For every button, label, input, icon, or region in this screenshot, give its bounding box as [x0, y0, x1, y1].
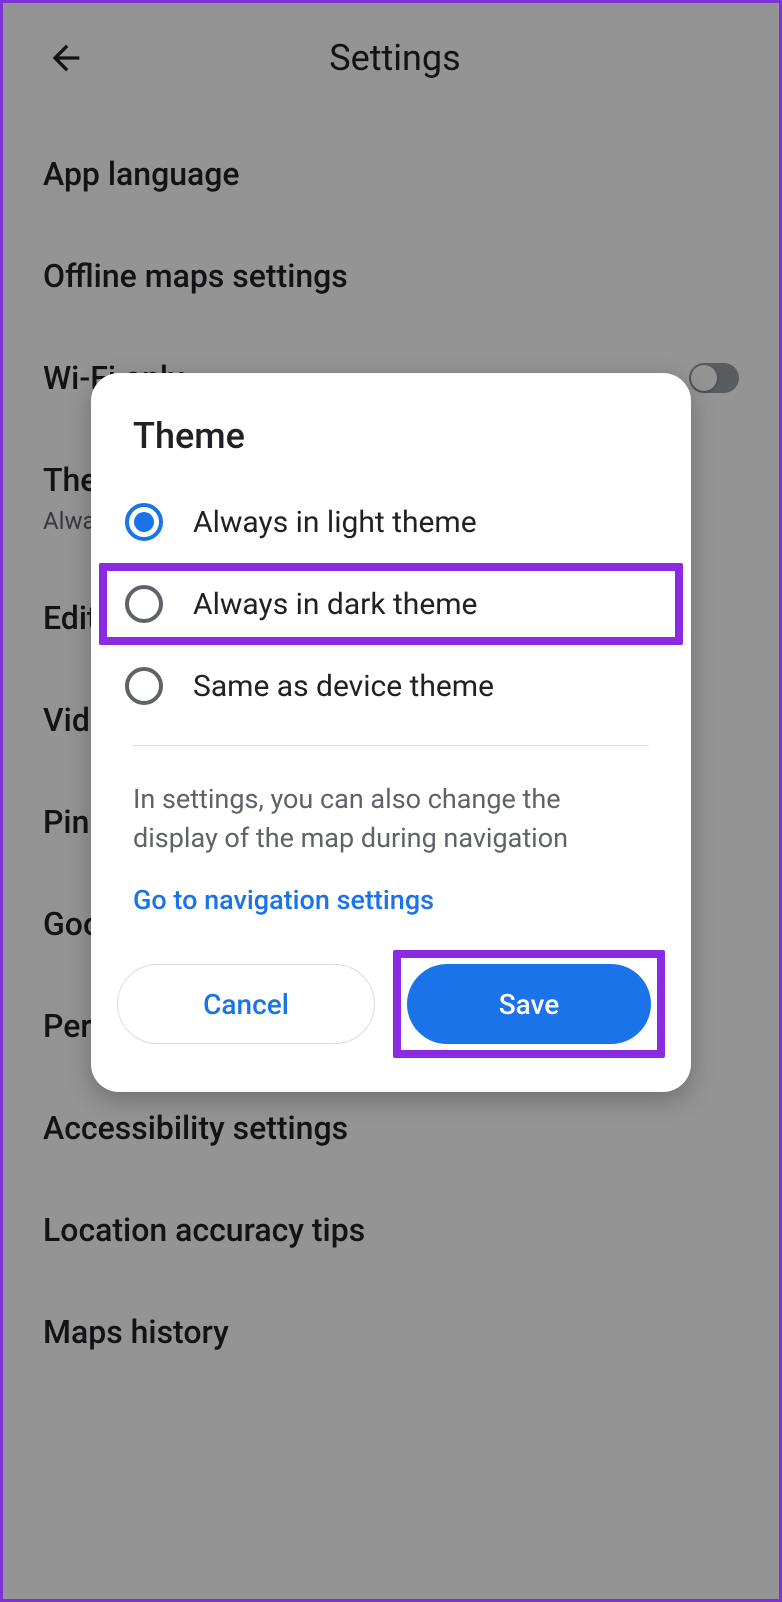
- dialog-buttons: Cancel Save: [91, 950, 691, 1058]
- radio-option-dark[interactable]: Always in dark theme: [99, 563, 683, 645]
- theme-dialog: Theme Always in light theme Always in da…: [91, 373, 691, 1092]
- radio-icon: [125, 503, 163, 541]
- dialog-hint: In settings, you can also change the dis…: [91, 746, 691, 858]
- radio-icon: [125, 667, 163, 705]
- radio-label: Always in light theme: [193, 505, 477, 540]
- cancel-button[interactable]: Cancel: [117, 964, 375, 1044]
- modal-overlay[interactable]: Theme Always in light theme Always in da…: [3, 3, 779, 1599]
- radio-label: Always in dark theme: [193, 587, 477, 622]
- radio-option-device[interactable]: Same as device theme: [99, 645, 683, 727]
- navigation-settings-link[interactable]: Go to navigation settings: [91, 858, 691, 950]
- radio-icon: [125, 585, 163, 623]
- dialog-title: Theme: [91, 415, 691, 481]
- radio-option-light[interactable]: Always in light theme: [99, 481, 683, 563]
- save-button[interactable]: Save: [407, 964, 651, 1044]
- radio-label: Same as device theme: [193, 669, 494, 704]
- save-highlight: Save: [393, 950, 665, 1058]
